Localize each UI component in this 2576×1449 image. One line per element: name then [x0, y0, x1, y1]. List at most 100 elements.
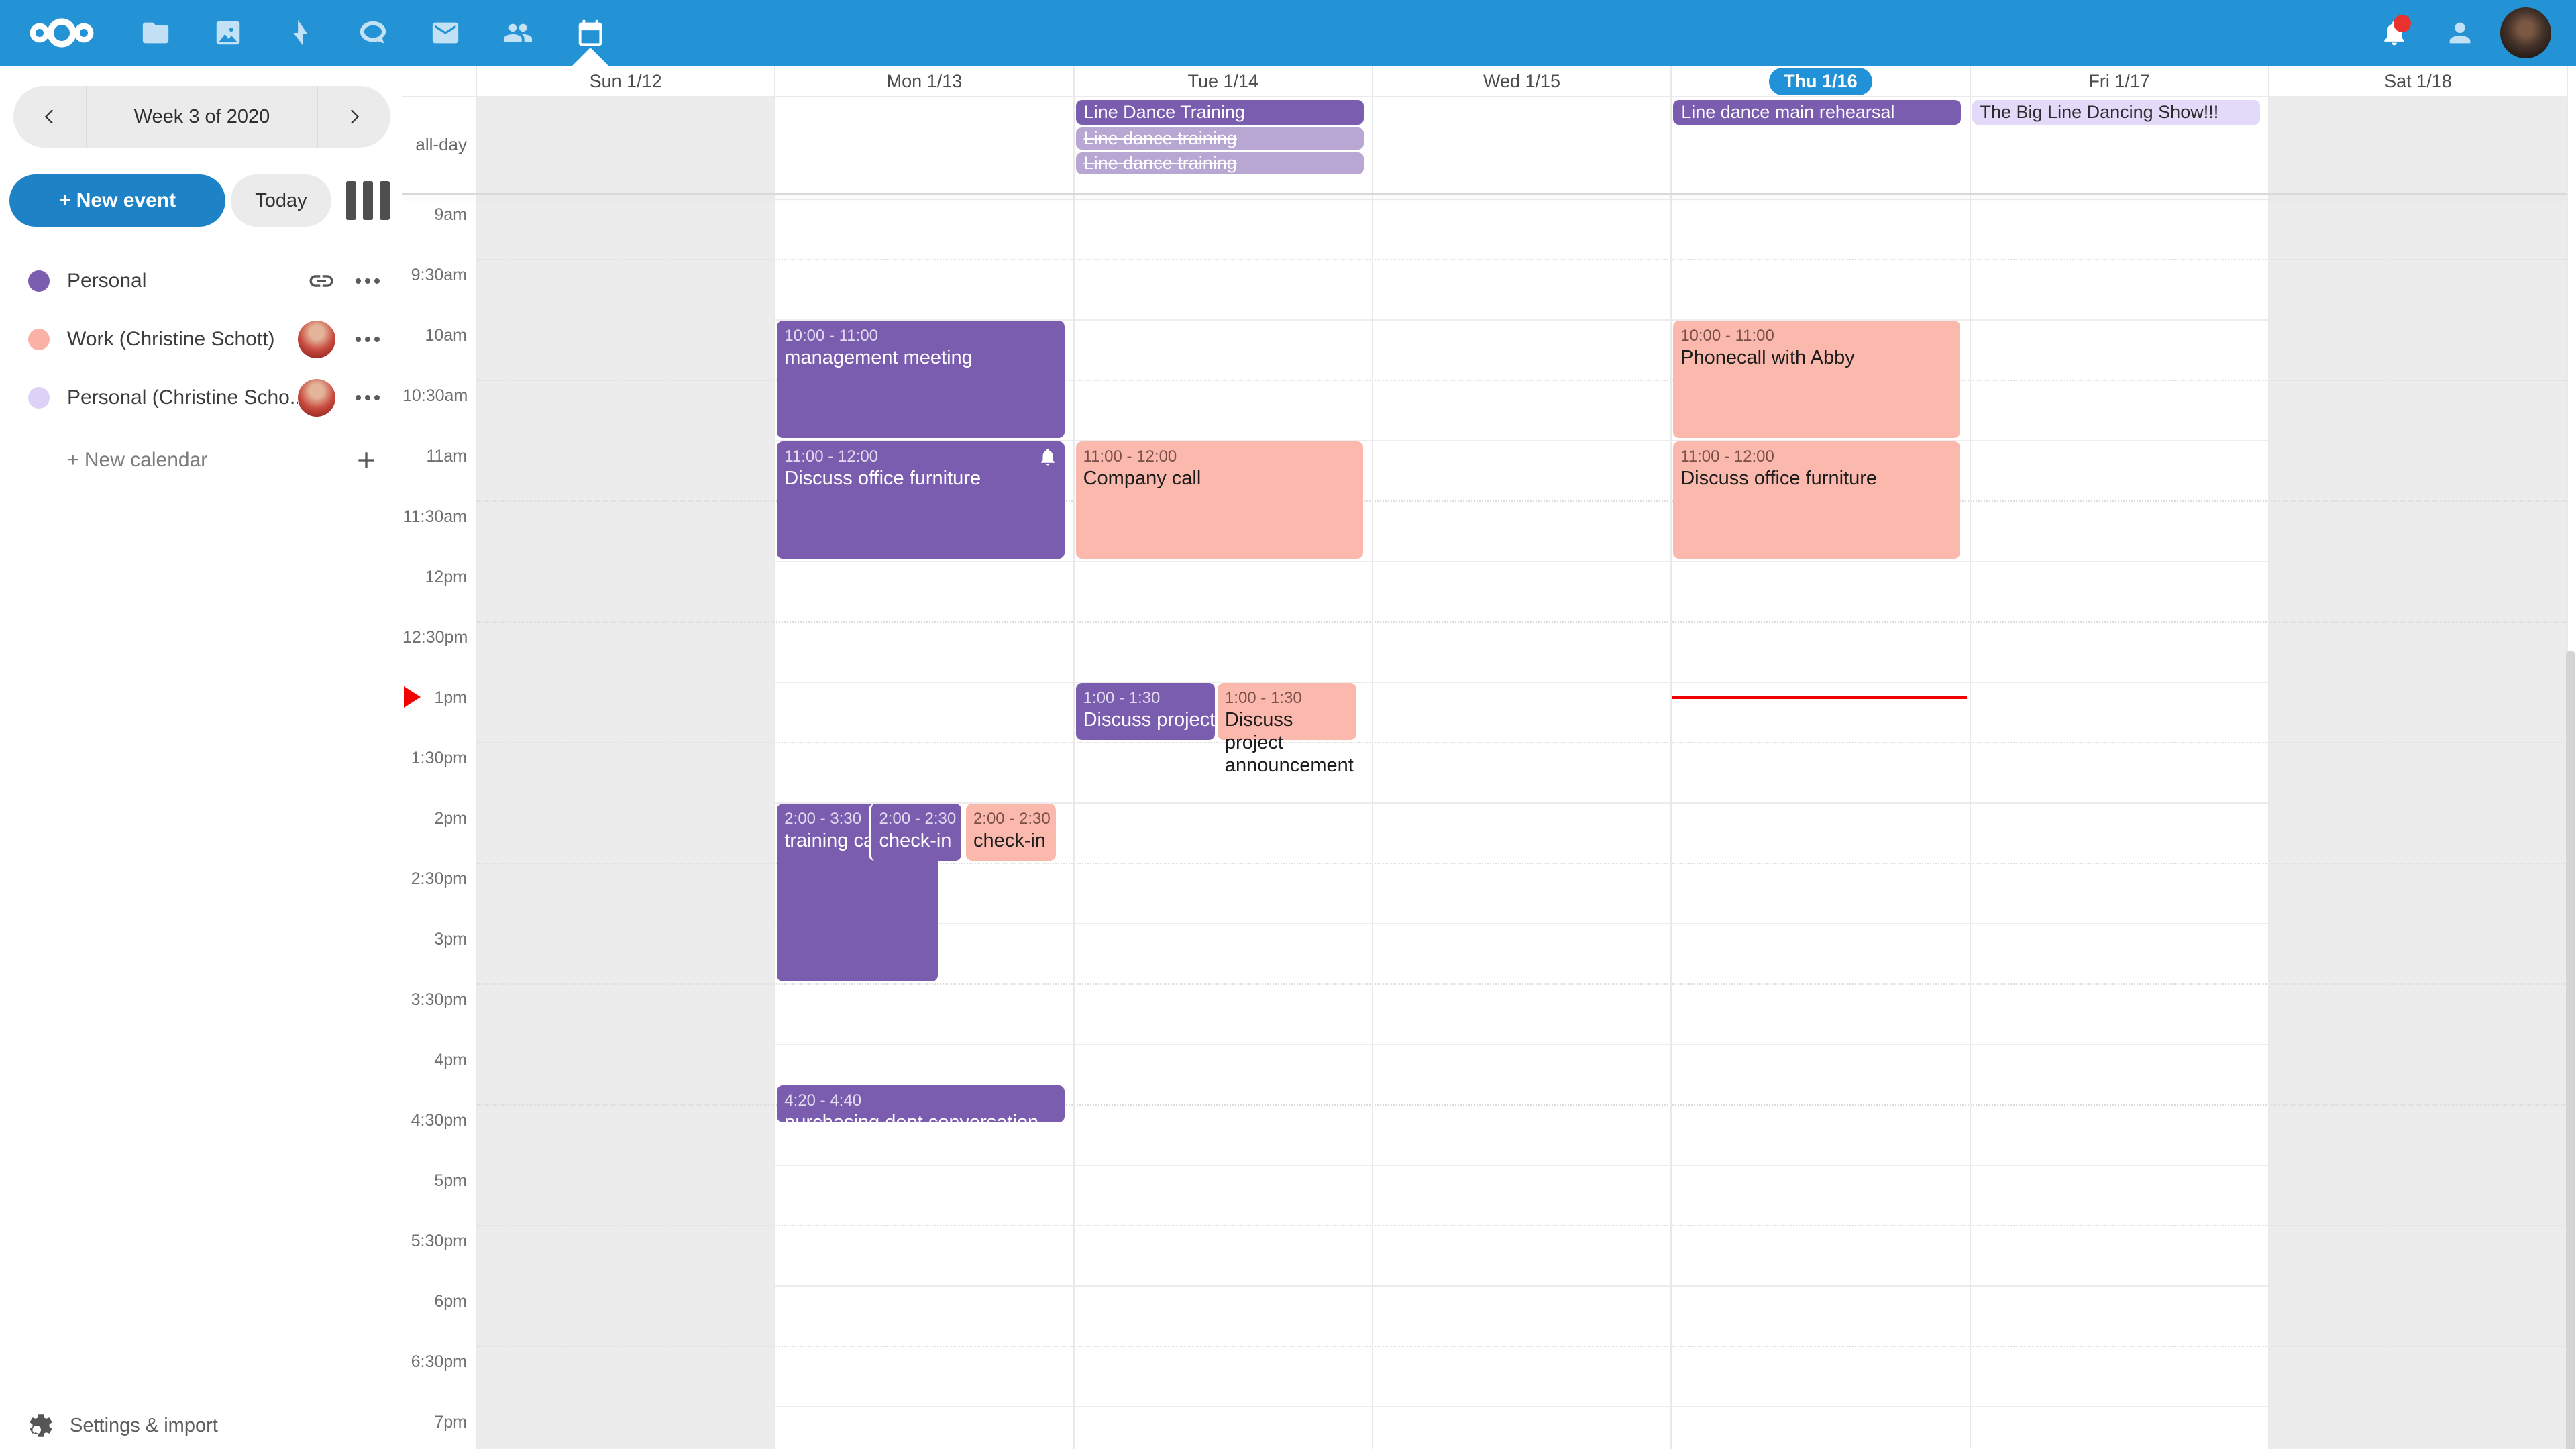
allday-event[interactable]: Line dance training — [1076, 152, 1364, 174]
vertical-scrollbar[interactable] — [2566, 651, 2575, 1449]
time-label: 4pm — [402, 1051, 467, 1070]
app-icon-contacts[interactable] — [482, 0, 554, 66]
day-header-sun[interactable]: Sun 1/12 — [476, 66, 775, 97]
today-button[interactable]: Today — [231, 174, 331, 227]
day-header-thu[interactable]: Thu 1/16 — [1671, 66, 1970, 97]
day-label: Sun 1/12 — [590, 71, 662, 92]
plus-icon — [353, 447, 380, 474]
time-label: 3:30pm — [402, 990, 467, 1010]
event-time: 2:00 - 2:30 — [879, 808, 954, 829]
event-block[interactable]: 10:00 - 11:00management meeting — [777, 321, 1064, 438]
calendar-color-dot — [28, 270, 50, 292]
day-header-tue[interactable]: Tue 1/14 — [1074, 66, 1373, 97]
new-calendar-button[interactable]: + New calendar — [0, 431, 402, 489]
next-week-button[interactable] — [317, 86, 390, 148]
avatar — [2500, 7, 2551, 58]
column-border — [1670, 66, 1672, 1449]
slot-line — [476, 621, 2567, 623]
contacts-menu-icon[interactable] — [2427, 0, 2493, 66]
more-options-icon[interactable] — [356, 278, 380, 284]
slot-line — [476, 983, 2567, 985]
event-time: 2:00 - 2:30 — [973, 808, 1049, 829]
current-time-line — [1672, 696, 1967, 699]
topbar-right — [2361, 0, 2559, 66]
allday-bottom-border — [402, 193, 2567, 195]
app-icon-photos[interactable] — [192, 0, 264, 66]
day-label: Fri 1/17 — [2088, 71, 2150, 92]
new-calendar-label: + New calendar — [67, 449, 353, 472]
app-icon-files[interactable] — [119, 0, 192, 66]
day-label: Wed 1/15 — [1483, 71, 1560, 92]
day-header-wed[interactable]: Wed 1/15 — [1373, 66, 1671, 97]
allday-event[interactable]: Line Dance Training — [1076, 100, 1364, 125]
slot-line — [476, 682, 2567, 683]
slot-line — [476, 1285, 2567, 1287]
slot-line — [476, 1165, 2567, 1166]
week-view-toggle-icon[interactable] — [346, 181, 390, 220]
app-icon-talk[interactable] — [337, 0, 409, 66]
slot-line — [476, 1225, 2567, 1226]
event-title: purchasing dept conversation — [784, 1111, 1057, 1134]
time-label: 12pm — [402, 568, 467, 587]
column-border — [1372, 66, 1373, 1449]
current-time-arrow-icon — [404, 686, 421, 708]
nextcloud-logo-icon[interactable] — [30, 0, 94, 66]
calendar-name: Personal — [67, 270, 307, 292]
calendar-color-dot — [28, 329, 50, 350]
day-header-mon[interactable]: Mon 1/13 — [775, 66, 1073, 97]
day-label: Mon 1/13 — [887, 71, 963, 92]
allday-event[interactable]: The Big Line Dancing Show!!! — [1972, 100, 2260, 125]
event-title: check-in — [973, 829, 1049, 852]
time-label: 7pm — [402, 1413, 467, 1432]
time-label: 6pm — [402, 1292, 467, 1311]
event-block[interactable]: 11:00 - 12:00Discuss office furniture — [1673, 441, 1960, 559]
event-time: 1:00 - 1:30 — [1225, 688, 1349, 708]
event-time: 1:00 - 1:30 — [1083, 688, 1208, 708]
owner-avatar — [298, 379, 335, 417]
calendar-list-item[interactable]: Work (Christine Schott) — [0, 311, 402, 368]
event-time: 11:00 - 12:00 — [1680, 446, 1953, 467]
header-bottom-border — [402, 96, 2567, 97]
app-icon-activity[interactable] — [264, 0, 337, 66]
notifications-bell-icon[interactable] — [2361, 0, 2427, 66]
slot-line — [476, 1406, 2567, 1407]
settings-import-button[interactable]: Settings & import — [0, 1402, 402, 1449]
event-block[interactable]: 4:20 - 4:40purchasing dept conversation — [777, 1085, 1064, 1122]
event-block[interactable]: 10:00 - 11:00Phonecall with Abby — [1673, 321, 1960, 438]
calendar-list-item[interactable]: Personal (Christine Scho... — [0, 369, 402, 427]
allday-event[interactable]: Line dance main rehearsal — [1673, 100, 1961, 125]
day-header-sat[interactable]: Sat 1/18 — [2269, 66, 2567, 97]
event-title: management meeting — [784, 346, 1057, 369]
calendar-list-item[interactable]: Personal — [0, 252, 402, 310]
day-header-fri[interactable]: Fri 1/17 — [1970, 66, 2269, 97]
event-title: Discuss project announcement — [1225, 708, 1349, 777]
today-pill: Thu 1/16 — [1769, 68, 1872, 95]
event-block[interactable]: 11:00 - 12:00Company call — [1076, 441, 1363, 559]
event-block[interactable]: 2:00 - 2:30check-in — [966, 804, 1056, 861]
slot-line — [476, 742, 2567, 743]
event-block[interactable]: 1:00 - 1:30Discuss project announcement — [1076, 683, 1215, 740]
time-label: 5pm — [402, 1171, 467, 1191]
allday-event[interactable]: Line dance training — [1076, 127, 1364, 150]
share-link-icon[interactable] — [307, 267, 335, 295]
event-title: Phonecall with Abby — [1680, 346, 1953, 369]
time-label: 12:30pm — [402, 628, 467, 647]
time-label: 11:30am — [402, 507, 467, 527]
more-options-icon[interactable] — [356, 395, 380, 400]
day-label: Tue 1/14 — [1187, 71, 1258, 92]
event-block[interactable]: 2:00 - 2:30check-in — [869, 804, 961, 861]
event-block[interactable]: 1:00 - 1:30Discuss project announcement — [1218, 683, 1356, 740]
app-icon-calendar[interactable] — [554, 0, 627, 66]
time-label: 2pm — [402, 809, 467, 828]
previous-week-button[interactable] — [13, 86, 87, 148]
day-label: Sat 1/18 — [2384, 71, 2452, 92]
event-block[interactable]: 11:00 - 12:00Discuss office furniture — [777, 441, 1064, 559]
new-event-button[interactable]: + New event — [9, 174, 225, 227]
event-title: check-in — [879, 829, 954, 852]
more-options-icon[interactable] — [356, 337, 380, 342]
user-avatar[interactable] — [2493, 0, 2559, 66]
time-label: 1:30pm — [402, 749, 467, 768]
app-icon-mail[interactable] — [409, 0, 482, 66]
event-title: Discuss project announcement — [1083, 708, 1208, 731]
weekend-column-shading — [476, 97, 775, 1449]
